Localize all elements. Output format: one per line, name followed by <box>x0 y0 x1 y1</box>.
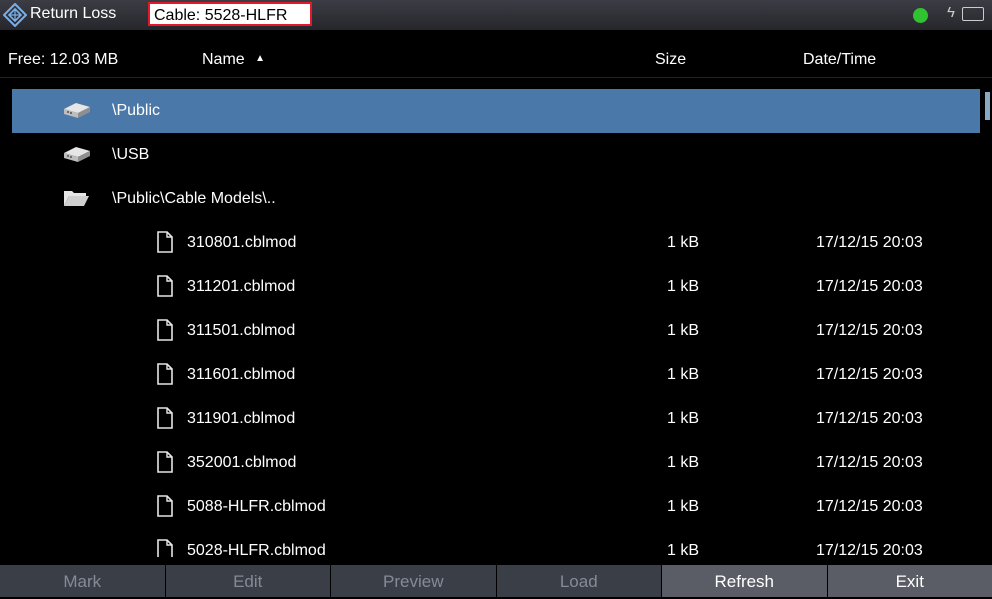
file-size: 1 kB <box>667 322 699 340</box>
drive-icon <box>62 99 92 126</box>
refresh-softkey[interactable]: Refresh <box>662 565 828 597</box>
file-size: 1 kB <box>667 366 699 384</box>
datetime-column-header[interactable]: Date/Time <box>803 51 876 69</box>
column-header: Free: 12.03 MB Name ▲ Size Date/Time <box>0 44 992 76</box>
file-datetime: 17/12/15 20:03 <box>816 322 923 340</box>
file-name: 5088-HLFR.cblmod <box>187 498 326 516</box>
file-icon <box>156 363 174 390</box>
file-row[interactable]: 5028-HLFR.cblmod 1 kB 17/12/15 20:03 <box>12 529 980 557</box>
mark-softkey[interactable]: Mark <box>0 565 166 597</box>
file-row[interactable]: 311601.cblmod 1 kB 17/12/15 20:03 <box>12 353 980 397</box>
file-datetime: 17/12/15 20:03 <box>816 498 923 516</box>
file-icon <box>156 495 174 522</box>
scrollbar[interactable] <box>985 92 990 120</box>
file-datetime: 17/12/15 20:03 <box>816 410 923 428</box>
open-folder-icon <box>62 187 90 214</box>
file-name: 311901.cblmod <box>187 410 295 428</box>
file-row[interactable]: 5088-HLFR.cblmod 1 kB 17/12/15 20:03 <box>12 485 980 529</box>
preview-softkey[interactable]: Preview <box>331 565 497 597</box>
sort-ascending-icon: ▲ <box>255 53 265 64</box>
drive-icon <box>62 143 92 170</box>
battery-icon <box>962 7 984 21</box>
exit-softkey[interactable]: Exit <box>828 565 992 597</box>
file-icon <box>156 231 174 258</box>
file-icon <box>156 539 174 557</box>
name-column-label: Name <box>202 51 245 68</box>
power-bolt-icon: ϟ <box>947 4 955 21</box>
file-list[interactable]: \Public \USB \Public\Cable Models\.. 310801… <box>0 89 980 557</box>
rohde-schwarz-logo-icon <box>3 3 27 27</box>
file-datetime: 17/12/15 20:03 <box>816 542 923 557</box>
file-row[interactable]: 352001.cblmod 1 kB 17/12/15 20:03 <box>12 441 980 485</box>
file-size: 1 kB <box>667 454 699 472</box>
file-size: 1 kB <box>667 542 699 557</box>
file-icon <box>156 451 174 478</box>
folder-row[interactable]: \USB <box>12 133 980 177</box>
file-row[interactable]: 311501.cblmod 1 kB 17/12/15 20:03 <box>12 309 980 353</box>
file-icon <box>156 275 174 302</box>
file-name: 310801.cblmod <box>187 234 296 252</box>
edit-softkey[interactable]: Edit <box>166 565 332 597</box>
app-title: Return Loss <box>30 5 116 23</box>
folder-name: \Public <box>112 102 160 120</box>
file-size: 1 kB <box>667 278 699 296</box>
cable-model-label[interactable]: Cable: 5528-HLFR <box>148 2 312 26</box>
folder-name: \Public\Cable Models\.. <box>112 190 276 208</box>
file-row[interactable]: 310801.cblmod 1 kB 17/12/15 20:03 <box>12 221 980 265</box>
file-size: 1 kB <box>667 498 699 516</box>
file-name: 5028-HLFR.cblmod <box>187 542 326 557</box>
file-name: 352001.cblmod <box>187 454 296 472</box>
file-datetime: 17/12/15 20:03 <box>816 454 923 472</box>
size-column-header[interactable]: Size <box>655 51 686 69</box>
header-divider <box>0 77 992 78</box>
status-indicator-icon <box>913 8 928 23</box>
file-name: 311201.cblmod <box>187 278 295 296</box>
file-datetime: 17/12/15 20:03 <box>816 234 923 252</box>
free-space-label: Free: 12.03 MB <box>8 51 118 69</box>
folder-row[interactable]: \Public <box>12 89 980 133</box>
file-row[interactable]: 311901.cblmod 1 kB 17/12/15 20:03 <box>12 397 980 441</box>
file-icon <box>156 319 174 346</box>
file-datetime: 17/12/15 20:03 <box>816 278 923 296</box>
folder-row[interactable]: \Public\Cable Models\.. <box>12 177 980 221</box>
softkey-bar: MarkEditPreviewLoadRefreshExit <box>0 565 992 597</box>
name-column-header[interactable]: Name ▲ <box>202 51 265 69</box>
file-row[interactable]: 311201.cblmod 1 kB 17/12/15 20:03 <box>12 265 980 309</box>
load-softkey[interactable]: Load <box>497 565 663 597</box>
title-bar: Return Loss Cable: 5528-HLFR ϟ <box>0 0 992 30</box>
file-icon <box>156 407 174 434</box>
file-name: 311601.cblmod <box>187 366 295 384</box>
file-name: 311501.cblmod <box>187 322 295 340</box>
file-datetime: 17/12/15 20:03 <box>816 366 923 384</box>
file-size: 1 kB <box>667 410 699 428</box>
file-size: 1 kB <box>667 234 699 252</box>
folder-name: \USB <box>112 146 149 164</box>
